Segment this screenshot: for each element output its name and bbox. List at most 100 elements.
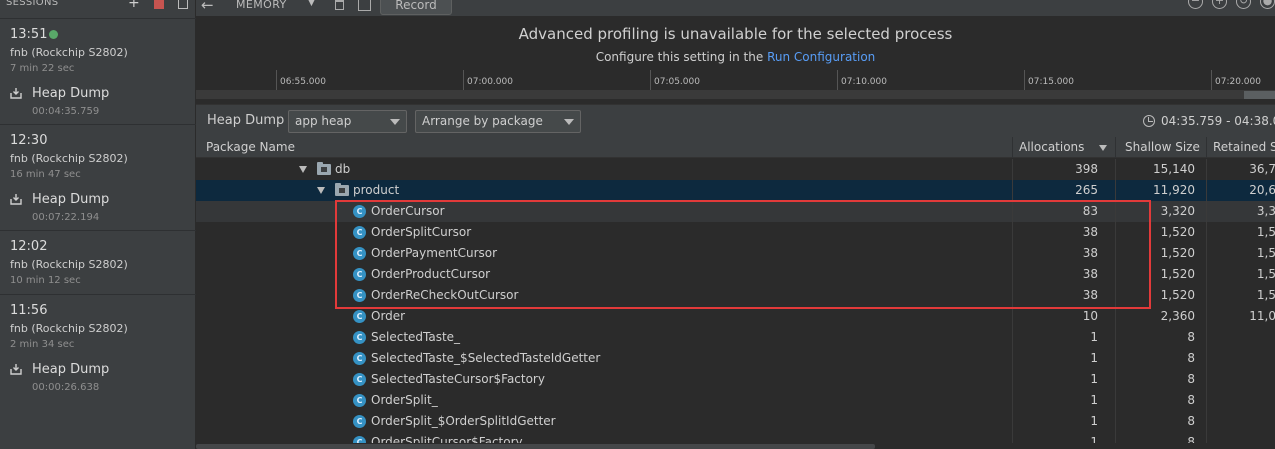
heap-dump-icon	[10, 194, 22, 205]
active-session-dot-icon	[49, 30, 58, 39]
record-button[interactable]: Record	[380, 0, 452, 15]
row-name-label: SelectedTaste_$SelectedTasteIdGetter	[371, 351, 601, 365]
heap-dump-time: 00:07:22.194	[32, 212, 100, 223]
save-icon[interactable]	[358, 0, 371, 11]
timeline-scroll-thumb[interactable]	[1244, 91, 1275, 99]
table-row[interactable]: C SelectedTasteCursor$Factory 1 8	[196, 369, 1275, 390]
chevron-down-icon[interactable]: ▼	[308, 0, 315, 8]
package-folder-icon	[317, 162, 331, 175]
table-row[interactable]: C Order 10 2,360 11,0	[196, 306, 1275, 327]
row-name-label: OrderProductCursor	[371, 267, 491, 281]
timeline-tick-label: 06:55.000	[280, 77, 326, 87]
table-row[interactable]: C OrderCursor 83 3,320 3,3	[196, 201, 1275, 222]
table-row[interactable]: C SelectedTaste_ 1 8	[196, 327, 1275, 348]
profiler-selector[interactable]: MEMORY	[236, 0, 287, 11]
timeline-tick	[837, 70, 838, 92]
heap-dump-artifact[interactable]: Heap Dump	[32, 362, 109, 377]
horizontal-scroll-thumb[interactable]	[196, 444, 875, 449]
session-duration: 7 min 22 sec	[10, 63, 75, 74]
table-row[interactable]: db 398 15,140 36,7	[196, 159, 1275, 180]
cell-allocations: 1	[1013, 327, 1116, 348]
cell-retained-value: 1,5	[1256, 225, 1275, 239]
notice-title: Advanced profiling is unavailable for th…	[518, 25, 953, 43]
cell-retained-size: 1,5	[1207, 243, 1275, 264]
sessions-title: SESSIONS	[6, 0, 59, 8]
cell-retained-value: 36,7	[1249, 162, 1275, 176]
cell-retained-size	[1207, 369, 1275, 390]
heap-dump-artifact[interactable]: Heap Dump	[32, 192, 109, 207]
add-session-icon[interactable]: +	[128, 0, 140, 10]
session-item[interactable]: 12:02 fnb (Rockchip S2802) 10 min 12 sec	[0, 230, 196, 294]
heap-dump-artifact[interactable]: Heap Dump	[32, 86, 109, 101]
class-icon: C	[353, 415, 366, 428]
zoom-out-icon[interactable]: −	[1188, 0, 1203, 9]
capture-range: 04:35.759 - 04:38.07	[1161, 114, 1275, 128]
expand-toggle-icon[interactable]	[299, 166, 307, 173]
cell-shallow-size: 2,360	[1116, 306, 1207, 327]
cell-retained-value: 11,0	[1249, 309, 1275, 323]
column-package-name[interactable]: Package Name	[196, 137, 1013, 158]
timeline-tick	[1024, 70, 1025, 92]
timeline-tick	[276, 70, 277, 92]
timeline-tick-label: 07:15.000	[1028, 77, 1074, 87]
class-icon: C	[353, 373, 366, 386]
heap-dump-time: 00:04:35.759	[32, 106, 100, 117]
table-row[interactable]: C OrderProductCursor 38 1,520 1,5	[196, 264, 1275, 285]
heap-select[interactable]: app heap	[288, 110, 407, 133]
stop-session-icon[interactable]	[154, 0, 164, 9]
column-allocations[interactable]: Allocations	[1013, 137, 1116, 158]
class-icon: C	[353, 289, 366, 302]
timeline-tick-label: 07:10.000	[841, 77, 887, 87]
cell-allocations: 38	[1013, 285, 1116, 306]
table-row[interactable]: C OrderSplit_$OrderSplitIdGetter 1 8	[196, 411, 1275, 432]
session-time: 12:30	[10, 133, 48, 148]
cell-retained-value: 20,6	[1249, 183, 1275, 197]
heap-dump-label: Heap Dump	[207, 113, 285, 128]
row-name-label: db	[335, 162, 351, 176]
package-folder-icon	[335, 183, 349, 196]
class-icon: C	[353, 247, 366, 260]
row-name-label: OrderCursor	[371, 204, 445, 218]
cell-name: db	[196, 159, 1013, 180]
table-row[interactable]: C OrderPaymentCursor 38 1,520 1,5	[196, 243, 1275, 264]
column-retained-size[interactable]: Retained S	[1207, 137, 1275, 158]
session-item[interactable]: 12:30 fnb (Rockchip S2802) 16 min 47 sec…	[0, 124, 196, 230]
trash-icon[interactable]	[335, 0, 344, 10]
cell-name: C OrderSplitCursor	[196, 222, 1013, 243]
arrange-select[interactable]: Arrange by package	[415, 110, 581, 133]
table-row[interactable]: product 265 11,920 20,6	[196, 180, 1275, 201]
table-row[interactable]: C OrderReCheckOutCursor 38 1,520 1,5	[196, 285, 1275, 306]
session-item[interactable]: 13:51 fnb (Rockchip S2802) 7 min 22 sec …	[0, 18, 196, 124]
cell-allocations: 10	[1013, 306, 1116, 327]
timeline-scrollbar[interactable]	[196, 90, 1275, 99]
run-configuration-link[interactable]: Run Configuration	[767, 50, 875, 64]
back-arrow-icon[interactable]: ←	[201, 0, 214, 14]
chevron-down-icon	[390, 119, 400, 125]
class-icon: C	[353, 268, 366, 281]
session-item[interactable]: 11:56 fnb (Rockchip S2802) 2 min 34 sec …	[0, 294, 196, 449]
zoom-in-icon[interactable]: +	[1212, 0, 1227, 9]
zoom-to-fit-icon[interactable]: ●	[1260, 0, 1275, 9]
table-row[interactable]: C OrderSplit_ 1 8	[196, 390, 1275, 411]
session-time: 13:51	[10, 27, 48, 42]
cell-name: C SelectedTasteCursor$Factory	[196, 369, 1013, 390]
heap-dump-icon	[10, 88, 22, 99]
cell-name: C SelectedTaste_	[196, 327, 1013, 348]
notice-subtitle-text: Configure this setting in the	[595, 50, 768, 64]
heap-select-value: app heap	[295, 114, 352, 128]
table-row[interactable]: C OrderSplitCursor 38 1,520 1,5	[196, 222, 1275, 243]
sessions-panel: SESSIONS + 13:51 fnb (Rockchip S2802) 7 …	[0, 0, 196, 449]
table-row[interactable]: C SelectedTaste_$SelectedTasteIdGetter 1 8	[196, 348, 1275, 369]
reset-zoom-icon[interactable]: ↻	[1236, 0, 1251, 9]
cell-retained-size	[1207, 348, 1275, 369]
cell-retained-size: 36,7	[1207, 159, 1275, 180]
timeline-tick	[463, 70, 464, 92]
expand-toggle-icon[interactable]	[317, 187, 325, 194]
heap-dump-icon	[10, 364, 22, 375]
cell-allocations: 398	[1013, 159, 1116, 180]
cell-shallow-size: 8	[1116, 390, 1207, 411]
split-panel-icon[interactable]	[178, 0, 188, 9]
column-shallow-size[interactable]: Shallow Size	[1116, 137, 1207, 158]
class-icon: C	[353, 205, 366, 218]
clock-icon	[1143, 115, 1155, 127]
